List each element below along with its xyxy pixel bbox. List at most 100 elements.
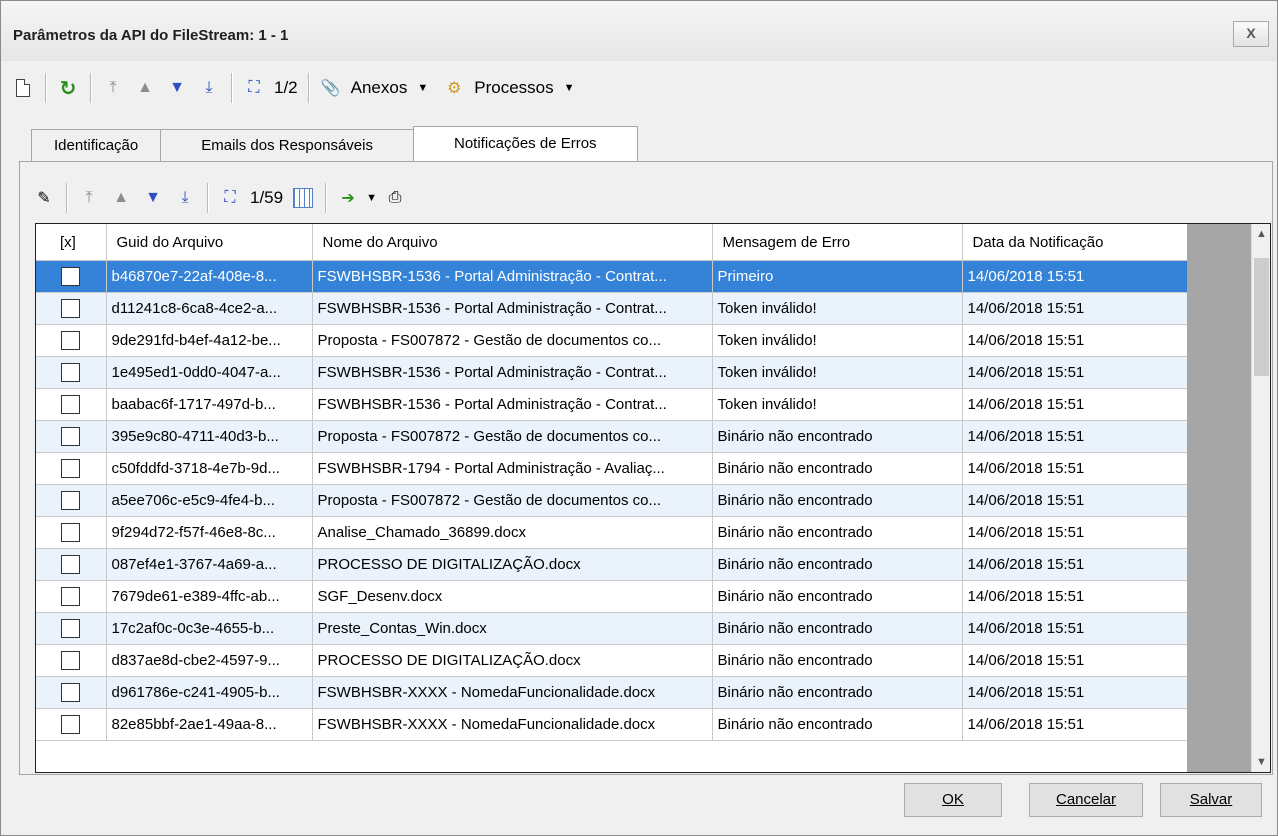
save-button[interactable]: Salvar <box>1160 783 1262 817</box>
row-checkbox[interactable] <box>61 427 81 446</box>
refresh-icon[interactable]: ↻ <box>56 75 80 101</box>
cell-msg: Binário não encontrado <box>712 708 963 741</box>
grid-record-counter: 1/59 <box>250 188 284 207</box>
table-row[interactable]: 1e495ed1-0dd0-4047-a... FSWBHSBR-1536 - P… <box>36 356 1188 389</box>
tab-notificacoes-erros[interactable]: Notificações de Erros <box>412 126 638 161</box>
printer-icon[interactable]: ⎙ <box>383 185 407 211</box>
cell-nome: Proposta - FS007872 - Gestão de document… <box>312 324 713 357</box>
processos-menu[interactable]: Processos <box>474 78 553 98</box>
scrollbar-thumb[interactable] <box>1254 258 1269 376</box>
row-checkbox[interactable] <box>61 523 81 542</box>
cell-data: 14/06/2018 15:51 <box>962 644 1188 677</box>
ok-button[interactable]: OK <box>904 783 1002 817</box>
row-checkbox[interactable] <box>61 491 81 510</box>
cell-nome: FSWBHSBR-1536 - Portal Administração - C… <box>312 356 713 389</box>
grid-empty-area <box>1187 224 1251 772</box>
cell-data: 14/06/2018 15:51 <box>962 708 1188 741</box>
chevron-down-icon[interactable]: ▼ <box>417 82 428 94</box>
export-icon[interactable]: ➔ <box>336 185 360 211</box>
toolbar-separator <box>90 73 91 103</box>
cell-nome: FSWBHSBR-XXXX - NomedaFuncionalidade.doc… <box>312 676 713 709</box>
column-header-mensagem[interactable]: Mensagem de Erro <box>712 224 963 261</box>
edit-icon[interactable]: ✎ <box>32 185 56 211</box>
cell-data: 14/06/2018 15:51 <box>962 484 1188 517</box>
column-header-select[interactable]: [x] <box>36 224 107 261</box>
cell-nome: SGF_Desenv.docx <box>312 580 713 613</box>
table-row[interactable]: d961786e-c241-4905-b... FSWBHSBR-XXXX - N… <box>36 676 1188 709</box>
cell-guid: 9de291fd-b4ef-4a12-be... <box>106 324 313 357</box>
first-record-icon[interactable]: ⤒ <box>101 75 125 101</box>
anexos-menu[interactable]: Anexos <box>351 78 408 98</box>
row-checkbox[interactable] <box>61 395 81 414</box>
cell-msg: Binário não encontrado <box>712 644 963 677</box>
row-checkbox[interactable] <box>61 555 81 574</box>
cell-nome: FSWBHSBR-1536 - Portal Administração - C… <box>312 260 713 293</box>
cell-nome: Preste_Contas_Win.docx <box>312 612 713 645</box>
table-row[interactable]: a5ee706c-e5c9-4fe4-b... Proposta - FS0078… <box>36 484 1188 517</box>
tab-identificacao[interactable]: Identificação <box>31 129 162 161</box>
row-checkbox[interactable] <box>61 683 81 702</box>
table-row[interactable]: 82e85bbf-2ae1-49aa-8... FSWBHSBR-XXXX - N… <box>36 708 1188 741</box>
next-record-icon[interactable]: ▼ <box>141 185 165 211</box>
scroll-down-icon[interactable]: ▼ <box>1252 752 1270 772</box>
cancel-button[interactable]: Cancelar <box>1029 783 1143 817</box>
scroll-up-icon[interactable]: ▲ <box>1252 224 1270 244</box>
last-record-icon[interactable]: ⤓ <box>173 185 197 211</box>
table-row[interactable]: d837ae8d-cbe2-4597-9... PROCESSO DE DIGIT… <box>36 644 1188 677</box>
last-record-icon[interactable]: ⤓ <box>197 75 221 101</box>
toolbar-separator <box>325 183 327 213</box>
row-select-cell <box>36 484 107 517</box>
table-row[interactable]: 7679de61-e389-4ffc-ab... SGF_Desenv.docx B… <box>36 580 1188 613</box>
row-checkbox[interactable] <box>61 267 81 286</box>
previous-record-icon[interactable]: ▲ <box>109 185 133 211</box>
binoculars-icon[interactable]: ⛶ <box>242 75 266 101</box>
row-checkbox[interactable] <box>61 459 81 478</box>
row-select-cell <box>36 292 107 325</box>
table-row[interactable]: 17c2af0c-0c3e-4655-b... Preste_Contas_Win… <box>36 612 1188 645</box>
cell-guid: 087ef4e1-3767-4a69-a... <box>106 548 313 581</box>
table-row[interactable]: 9f294d72-f57f-46e8-8c... Analise_Chamado_… <box>36 516 1188 549</box>
toolbar-separator <box>45 73 46 103</box>
tab-strip: Identificação Emails dos Responsáveis No… <box>31 126 638 161</box>
row-select-cell <box>36 676 107 709</box>
new-document-icon[interactable] <box>11 75 35 101</box>
vertical-scrollbar[interactable]: ▲ ▼ <box>1251 224 1270 772</box>
columns-grid-icon[interactable] <box>291 185 315 211</box>
toolbar-separator <box>207 183 208 213</box>
row-select-cell <box>36 356 107 389</box>
record-counter: 1/2 <box>274 78 298 97</box>
cell-msg: Binário não encontrado <box>712 676 963 709</box>
cell-guid: a5ee706c-e5c9-4fe4-b... <box>106 484 313 517</box>
row-checkbox[interactable] <box>61 299 81 318</box>
table-row[interactable]: b46870e7-22af-408e-8... FSWBHSBR-1536 - P… <box>36 260 1188 293</box>
row-checkbox[interactable] <box>61 651 81 670</box>
chevron-down-icon[interactable]: ▼ <box>564 82 575 94</box>
table-row[interactable]: 395e9c80-4711-40d3-b... Proposta - FS0078… <box>36 420 1188 453</box>
binoculars-icon[interactable]: ⛶ <box>218 185 242 211</box>
cell-msg: Token inválido! <box>712 292 963 325</box>
row-select-cell <box>36 708 107 741</box>
table-row[interactable]: d11241c8-6ca8-4ce2-a... FSWBHSBR-1536 - P… <box>36 292 1188 325</box>
next-record-icon[interactable]: ▼ <box>165 75 189 101</box>
column-header-guid[interactable]: Guid do Arquivo <box>106 224 313 261</box>
previous-record-icon[interactable]: ▲ <box>133 75 157 101</box>
row-select-cell <box>36 612 107 645</box>
table-row[interactable]: 087ef4e1-3767-4a69-a... PROCESSO DE DIGIT… <box>36 548 1188 581</box>
column-header-data[interactable]: Data da Notificação <box>962 224 1188 261</box>
cell-data: 14/06/2018 15:51 <box>962 420 1188 453</box>
row-checkbox[interactable] <box>61 715 81 734</box>
column-header-nome[interactable]: Nome do Arquivo <box>312 224 713 261</box>
row-checkbox[interactable] <box>61 619 81 638</box>
row-select-cell <box>36 548 107 581</box>
table-row[interactable]: baabac6f-1717-497d-b... FSWBHSBR-1536 - P… <box>36 388 1188 421</box>
chevron-down-icon[interactable]: ▼ <box>366 192 377 204</box>
cell-guid: b46870e7-22af-408e-8... <box>106 260 313 293</box>
tab-emails-responsaveis[interactable]: Emails dos Responsáveis <box>160 129 414 161</box>
close-button[interactable]: X <box>1233 21 1269 47</box>
row-checkbox[interactable] <box>61 587 81 606</box>
first-record-icon[interactable]: ⤒ <box>77 185 101 211</box>
table-row[interactable]: c50fddfd-3718-4e7b-9d... FSWBHSBR-1794 - … <box>36 452 1188 485</box>
row-checkbox[interactable] <box>61 331 81 350</box>
row-checkbox[interactable] <box>61 363 81 382</box>
table-row[interactable]: 9de291fd-b4ef-4a12-be... Proposta - FS007… <box>36 324 1188 357</box>
